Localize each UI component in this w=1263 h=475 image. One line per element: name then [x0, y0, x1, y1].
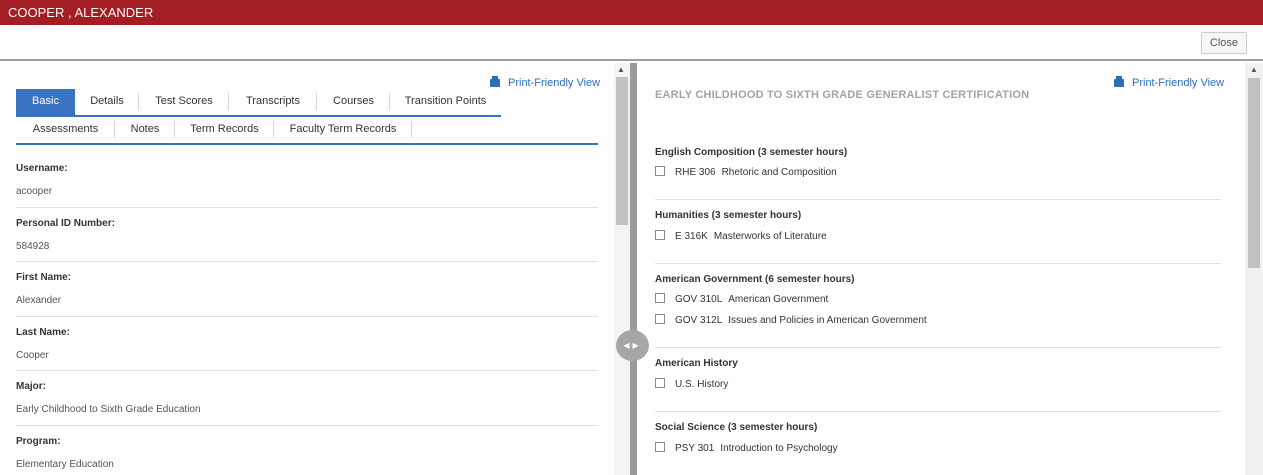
chevron-up-icon[interactable]: ▲	[617, 65, 625, 75]
tab-assessments[interactable]: Assessments	[16, 117, 115, 143]
course-item: GOV 310L American Government	[655, 293, 828, 305]
certification-title: EARLY CHILDHOOD TO SIXTH GRADE GENERALIS…	[655, 89, 1030, 101]
course-checkbox[interactable]	[655, 230, 665, 240]
requirement-group-title: American Government (6 semester hours)	[655, 274, 855, 285]
left-print-label: Print-Friendly View	[508, 77, 601, 89]
course-checkbox[interactable]	[655, 166, 665, 176]
tab-details[interactable]: Details	[75, 89, 139, 115]
field-divider	[16, 207, 598, 208]
field-divider	[16, 425, 598, 426]
field-value: Alexander	[16, 295, 62, 306]
requirement-group-title: Humanities (3 semester hours)	[655, 210, 802, 221]
course-code: PSY 301	[675, 443, 715, 454]
right-print-label: Print-Friendly View	[1132, 77, 1225, 89]
course-name: U.S. History	[675, 379, 729, 390]
field-last-name: Last Name: Cooper	[16, 327, 598, 361]
chevron-up-icon[interactable]: ▲	[1250, 65, 1258, 75]
tab-courses[interactable]: Courses	[317, 89, 390, 115]
course-code: RHE 306	[675, 167, 716, 178]
tab-faculty-term-records[interactable]: Faculty Term Records	[274, 117, 412, 143]
tab-notes[interactable]: Notes	[115, 117, 175, 143]
left-scrollbar-thumb[interactable]	[616, 77, 628, 225]
group-divider	[655, 263, 1221, 264]
right-print-friendly-link[interactable]: Print-Friendly View	[1114, 76, 1225, 89]
window-title: COOPER , ALEXANDER	[8, 5, 154, 20]
course-item: E 316K Masterworks of Literature	[655, 230, 827, 242]
tab-test-scores[interactable]: Test Scores	[139, 89, 229, 115]
close-button[interactable]: Close	[1200, 32, 1247, 54]
course-item: RHE 306 Rhetoric and Composition	[655, 166, 837, 178]
field-username: Username: acooper	[16, 163, 598, 197]
field-major: Major: Early Childhood to Sixth Grade Ed…	[16, 381, 598, 415]
toolbar: Close	[0, 25, 1263, 61]
course-code: E 316K	[675, 231, 708, 242]
field-personal-id: Personal ID Number: 584928	[16, 218, 598, 252]
field-value: Cooper	[16, 350, 49, 361]
field-label: Personal ID Number:	[16, 218, 115, 229]
course-checkbox[interactable]	[655, 293, 665, 303]
field-label: Last Name:	[16, 327, 70, 338]
right-scrollbar-thumb[interactable]	[1248, 78, 1260, 268]
course-checkbox[interactable]	[655, 378, 665, 388]
field-label: Username:	[16, 163, 68, 174]
course-name: Masterworks of Literature	[713, 231, 827, 242]
pane-splitter[interactable]	[630, 63, 637, 475]
field-first-name: First Name: Alexander	[16, 272, 598, 306]
course-checkbox[interactable]	[655, 314, 665, 324]
course-name: American Government	[728, 294, 829, 305]
field-label: Major:	[16, 381, 46, 392]
field-divider	[16, 261, 598, 262]
course-name: Rhetoric and Composition	[721, 167, 837, 178]
course-name: Issues and Policies in American Governme…	[728, 315, 927, 326]
tab-transition-points[interactable]: Transition Points	[390, 89, 501, 115]
tab-bar-secondary: Assessments Notes Term Records Faculty T…	[16, 117, 598, 145]
printer-icon	[490, 76, 500, 87]
requirement-group-title: English Composition (3 semester hours)	[655, 147, 848, 158]
course-code: GOV 312L	[675, 315, 723, 326]
group-divider	[655, 347, 1221, 348]
course-checkbox[interactable]	[655, 442, 665, 452]
course-code: GOV 310L	[675, 294, 723, 305]
group-divider	[655, 199, 1221, 200]
requirement-group-title: American History	[655, 358, 738, 369]
right-scrollbar[interactable]: ▲	[1245, 63, 1263, 475]
printer-icon	[1114, 76, 1124, 87]
certification-pane: Print-Friendly View EARLY CHILDHOOD TO S…	[637, 63, 1245, 475]
tab-bar-primary: Basic Details Test Scores Transcripts Co…	[16, 89, 501, 117]
window-title-bar: COOPER , ALEXANDER	[0, 0, 1263, 25]
course-item: GOV 312L Issues and Policies in American …	[655, 314, 927, 326]
group-divider	[655, 411, 1221, 412]
field-divider	[16, 370, 598, 371]
field-program: Program: Elementary Education	[16, 436, 598, 470]
tab-basic[interactable]: Basic	[16, 89, 75, 115]
course-item: U.S. History	[655, 378, 728, 390]
student-detail-pane: Print-Friendly View Basic Details Test S…	[0, 63, 614, 475]
left-scrollbar[interactable]: ▲	[614, 63, 630, 475]
field-value: acooper	[16, 186, 53, 197]
field-label: Program:	[16, 436, 61, 447]
tab-term-records[interactable]: Term Records	[175, 117, 274, 143]
field-value: Early Childhood to Sixth Grade Education	[16, 404, 201, 415]
course-item: PSY 301 Introduction to Psychology	[655, 442, 838, 454]
field-label: First Name:	[16, 272, 72, 283]
requirement-group-title: Social Science (3 semester hours)	[655, 422, 818, 433]
tab-transcripts[interactable]: Transcripts	[229, 89, 317, 115]
left-print-friendly-link[interactable]: Print-Friendly View	[490, 76, 601, 89]
course-name: Introduction to Psychology	[720, 443, 838, 454]
field-value: 584928	[16, 241, 50, 252]
field-value: Elementary Education	[16, 459, 114, 470]
field-divider	[16, 316, 598, 317]
